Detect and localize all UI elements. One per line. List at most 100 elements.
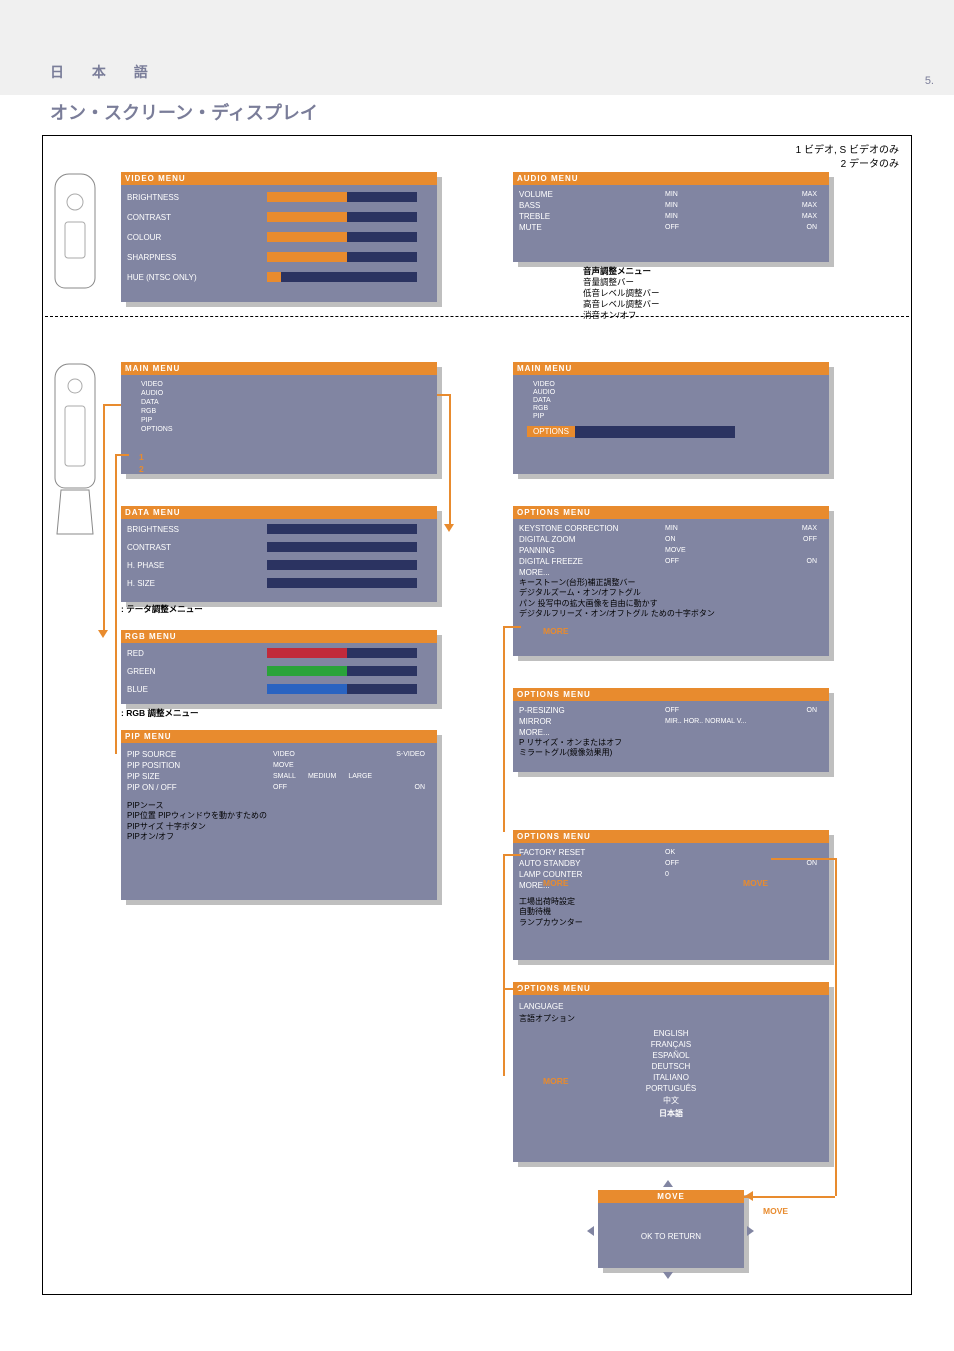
menu-item-label: CONTRAST (127, 213, 267, 222)
menu-item: RGB (527, 405, 815, 412)
menu-item: DATA (135, 399, 423, 406)
options-menu-header: OPTIONS MENU (513, 830, 829, 843)
menu-item-label: BRIGHTNESS (127, 525, 267, 534)
arrow-right-icon (747, 1226, 754, 1236)
lang-option: DEUTSCH (513, 1061, 829, 1072)
main-menu-header: MAIN MENU (513, 362, 829, 375)
data-menu-panel: DATA MENU BRIGHTNESS CONTRAST H. PHASE H… (121, 506, 437, 602)
move-header: MOVE (598, 1190, 744, 1203)
pip-menu-panel: PIP MENU PIP SOURCEVIDEOS-VIDEO PIP POSI… (121, 730, 437, 900)
menu-item-label: H. SIZE (127, 579, 267, 588)
menu-item-label: MUTE (519, 223, 659, 232)
menu-item-label: H. PHASE (127, 561, 267, 570)
main-menu-panel: MAIN MENU VIDEO AUDIO DATA RGB PIP OPTIO… (121, 362, 437, 474)
menu-item-label: PANNING (519, 546, 659, 555)
options-menu-header: OPTIONS MENU (513, 688, 829, 701)
menu-item: OPTIONS (135, 426, 423, 433)
lang-option: 中文 (513, 1094, 829, 1107)
menu-item-label: BASS (519, 201, 659, 210)
section-label: 日 本 語 (50, 62, 160, 82)
main-menu-panel-2: MAIN MENU VIDEO AUDIO DATA RGB PIP OPTIO… (513, 362, 829, 474)
menu-item-label: VOLUME (519, 190, 659, 199)
menu-item: VIDEO (527, 381, 815, 388)
menu-item: VIDEO (135, 381, 423, 388)
audio-menu-panel: AUDIO MENU VOLUMEMINMAX BASSMINMAX TREBL… (513, 172, 829, 262)
menu-item-label: PIP SOURCE (127, 750, 267, 759)
options4-notes: 言語オプション (519, 1014, 835, 1024)
menu-item-label: MORE... (519, 568, 659, 577)
menu-item-label: PIP POSITION (127, 761, 267, 770)
options-menu-header: OPTIONS MENU (513, 982, 829, 995)
menu-item-label: BRIGHTNESS (127, 193, 267, 202)
menu-item-label: PIP ON / OFF (127, 783, 267, 792)
audio-menu-header: AUDIO MENU (513, 172, 829, 185)
arrow-up-icon (663, 1180, 673, 1187)
arrow-left-icon (587, 1226, 594, 1236)
lang-option: FRANÇAIS (513, 1039, 829, 1050)
data-sub: : テータ調整メニュー (121, 604, 203, 614)
pip-notes: PIPンース PIP位置 PIPウィンドウを動かすための PIPサイズ 十字ボタ… (127, 801, 443, 843)
menu-item-label: KEYSTONE CORRECTION (519, 524, 659, 533)
menu-item-label: GREEN (127, 667, 267, 676)
menu-item: AUDIO (135, 390, 423, 397)
menu-item: RGB (135, 408, 423, 415)
remote-icon (51, 172, 99, 304)
menu-item-label: LAMP COUNTER (519, 870, 659, 879)
rgb-menu-panel: RGB MENU RED GREEN BLUE (121, 630, 437, 704)
pip-menu-header: PIP MENU (121, 730, 437, 743)
remote-icon (51, 362, 99, 544)
menu-item: PIP (135, 417, 423, 424)
menu-item-label: SHARPNESS (127, 253, 267, 262)
video-menu-panel: VIDEO MENU BRIGHTNESS CONTRAST COLOUR SH… (121, 172, 437, 302)
callout-move: MOVE (743, 878, 768, 888)
menu-item-label: MIRROR (519, 717, 659, 726)
arrow-down-icon (663, 1272, 673, 1279)
callout-2: 2 (139, 464, 144, 474)
menu-item-label: HUE (NTSC ONLY) (127, 273, 267, 282)
main-menu-header: MAIN MENU (121, 362, 437, 375)
callout-move: MOVE (763, 1206, 788, 1216)
callout-more: MORE (543, 878, 569, 888)
callout-1: 1 (139, 452, 144, 462)
audio-sub: 音声調整メニュー (583, 266, 651, 276)
options-menu-header: OPTIONS MENU (513, 506, 829, 519)
menu-item-label: MORE... (519, 728, 659, 737)
options1-notes: キーストーン(台形)補正調整バー デジタルズーム・オン/オフトグル パン 投写中… (519, 578, 835, 620)
rgb-sub: : RGB 調整メニュー (121, 708, 198, 718)
menu-item-label: RED (127, 649, 267, 658)
menu-item-label: DIGITAL FREEZE (519, 557, 659, 566)
rgb-menu-header: RGB MENU (121, 630, 437, 643)
footnote-1: 1 ビデオ, S ビデオのみ (796, 144, 899, 157)
menu-item-label: MORE... (519, 881, 659, 890)
top-banner: 日 本 語 5. (0, 0, 954, 95)
content-frame: 1 ビデオ, S ビデオのみ 2 データのみ VIDEO MENU BRIGHT… (42, 135, 912, 1295)
audio-notes: 音量調整バー 低音レベル調整バー 高音レベル調整バー 消音オン/オフ (583, 277, 660, 320)
move-panel: MOVE OK TO RETURN (598, 1190, 744, 1268)
options2-notes: P リサイズ・オンまたはオフ ミラートグル(鏡像効果用) (519, 738, 835, 759)
menu-item: DATA (527, 397, 815, 404)
callout-more: MORE (543, 1076, 569, 1086)
footnote-2: 2 データのみ (841, 158, 899, 171)
video-menu-header: VIDEO MENU (121, 172, 437, 185)
menu-item-label: PIP SIZE (127, 772, 267, 781)
menu-item-selected: OPTIONS (527, 426, 575, 437)
menu-item-label: LANGUAGE (519, 1002, 659, 1011)
menu-item-label: COLOUR (127, 233, 267, 242)
options-menu-panel-4: OPTIONS MENU LANGUAGE 言語オプション ENGLISH FR… (513, 982, 829, 1162)
menu-item-label: AUTO STANDBY (519, 859, 659, 868)
page-title: オン・スクリーン・ディスプレイ (0, 95, 954, 129)
menu-item-label: BLUE (127, 685, 267, 694)
menu-item-label: CONTRAST (127, 543, 267, 552)
lang-option-selected: 日本語 (513, 1107, 829, 1120)
move-text: OK TO RETURN (598, 1231, 744, 1242)
options-menu-panel-3: OPTIONS MENU FACTORY RESETOK AUTO STANDB… (513, 830, 829, 960)
lang-option: ESPAÑOL (513, 1050, 829, 1061)
data-menu-header: DATA MENU (121, 506, 437, 519)
options-menu-panel-2: OPTIONS MENU P-RESIZINGOFFON MIRRORMIR..… (513, 688, 829, 772)
menu-item-label: P-RESIZING (519, 706, 659, 715)
lang-option: ENGLISH (513, 1028, 829, 1039)
page-number: 5. (925, 75, 934, 87)
menu-item: PIP (527, 413, 815, 420)
callout-more: MORE (543, 626, 569, 636)
menu-item: AUDIO (527, 389, 815, 396)
